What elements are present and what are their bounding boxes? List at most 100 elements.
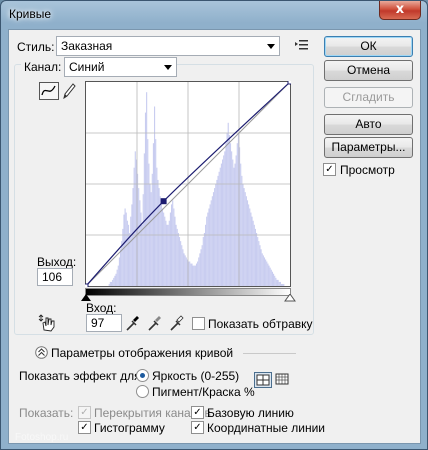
title-bar[interactable]: Кривые x xyxy=(1,1,427,29)
white-point-slider[interactable] xyxy=(284,294,296,302)
input-field[interactable]: 97 xyxy=(86,314,122,332)
intersection-line-label: Координатные линии xyxy=(207,421,325,435)
histogram-bar xyxy=(205,224,207,286)
histogram-bar xyxy=(125,212,127,286)
histogram-bar xyxy=(159,196,161,286)
collapse-chevron-icon[interactable] xyxy=(35,346,48,359)
pigment-radio[interactable] xyxy=(136,385,149,398)
histogram-label: Гистограмму xyxy=(94,421,165,435)
histogram-bar xyxy=(199,253,201,286)
pencil-icon[interactable] xyxy=(62,82,76,100)
output-field[interactable]: 106 xyxy=(37,268,73,286)
histogram-bar xyxy=(253,224,255,286)
auto-button[interactable]: Авто xyxy=(324,114,413,135)
channel-label: Канал: xyxy=(21,60,65,74)
histogram-checkbox[interactable]: ✓ xyxy=(78,421,91,434)
histogram-bar xyxy=(109,281,111,286)
histogram-bar xyxy=(193,265,195,286)
list-menu-icon[interactable] xyxy=(295,39,309,51)
style-select-value: Заказная xyxy=(61,39,113,53)
options-button[interactable]: Параметры... xyxy=(324,137,413,158)
histogram-bar xyxy=(202,237,204,286)
histogram-bar xyxy=(175,224,177,286)
histogram-bar xyxy=(211,196,213,286)
histogram-bar xyxy=(262,255,264,286)
hand-adjust-icon[interactable] xyxy=(37,314,57,332)
grid-10-icon[interactable] xyxy=(275,372,289,386)
eyedropper-gray-icon[interactable] xyxy=(147,314,163,332)
smooth-button[interactable]: Сгладить xyxy=(324,87,413,108)
histogram-bar xyxy=(195,263,198,286)
preview-checkbox[interactable]: ✓ xyxy=(323,163,336,176)
histogram-bar xyxy=(185,257,187,286)
histogram-bar xyxy=(250,212,252,286)
close-button[interactable]: x xyxy=(379,1,421,20)
eyedropper-black-icon[interactable] xyxy=(125,314,141,332)
histogram-bar xyxy=(256,232,258,286)
style-select[interactable]: Заказная xyxy=(56,36,280,56)
histogram-bar xyxy=(210,200,212,286)
histogram-bar xyxy=(164,216,166,286)
output-label: Выход: xyxy=(37,255,77,269)
histogram-bar xyxy=(141,224,143,286)
histogram-bar xyxy=(243,188,245,286)
histogram-bar xyxy=(184,255,186,286)
histogram-bar xyxy=(214,188,216,286)
histogram-bar xyxy=(283,283,285,286)
histogram-bar xyxy=(115,273,117,286)
histogram-bar xyxy=(167,224,169,286)
grid-4-icon[interactable] xyxy=(254,372,272,388)
histogram-bar xyxy=(169,212,171,286)
histogram-bar xyxy=(277,279,279,286)
histogram-bar xyxy=(146,92,148,286)
curve-control-point[interactable] xyxy=(160,198,167,205)
histogram-bar xyxy=(203,232,205,286)
cancel-button[interactable]: Отмена xyxy=(324,60,413,81)
histogram-bar xyxy=(226,133,228,286)
histogram-bar xyxy=(134,151,136,286)
channel-overlays-checkbox[interactable]: ✓ xyxy=(78,406,91,419)
curve-control-point[interactable] xyxy=(85,283,89,287)
histogram-bar xyxy=(217,175,219,286)
histogram-bar xyxy=(129,232,131,286)
histogram-bar xyxy=(191,263,193,286)
histogram-bar xyxy=(117,265,119,286)
histogram-bar xyxy=(108,283,110,286)
histogram-bar xyxy=(112,279,114,286)
histogram-bar xyxy=(110,281,113,286)
histogram-bar xyxy=(212,192,215,286)
histogram-bar xyxy=(273,273,275,286)
histogram-bar xyxy=(271,271,273,286)
curves-dialog-window: Кривые x Стиль: Заказная ОК Отмена Сглад… xyxy=(0,0,428,450)
light-radio[interactable] xyxy=(136,369,149,382)
curve-point-icon[interactable] xyxy=(39,82,59,100)
curve-display-options-label: Параметры отображения кривой xyxy=(51,346,234,360)
histogram-bar xyxy=(144,112,147,286)
radio-selected-dot xyxy=(140,373,145,378)
curve-control-point[interactable] xyxy=(287,81,291,85)
curves-graph[interactable] xyxy=(85,81,291,287)
watermark-text: Fotoshop.ru xyxy=(15,432,69,443)
histogram-bar xyxy=(268,265,270,286)
channel-select[interactable]: Синий xyxy=(64,57,177,77)
histogram-bar xyxy=(127,224,130,286)
histogram-bar xyxy=(227,122,229,286)
histogram-bar xyxy=(279,281,281,286)
ok-button[interactable]: ОК xyxy=(324,36,413,57)
histogram-bar xyxy=(228,135,230,286)
histogram-bar xyxy=(132,188,134,286)
baseline-checkbox[interactable]: ✓ xyxy=(191,406,204,419)
intersection-line-checkbox[interactable]: ✓ xyxy=(191,421,204,434)
histogram-bar xyxy=(148,163,150,286)
histogram-bar xyxy=(220,163,222,286)
histogram-bar xyxy=(235,155,237,286)
histogram-bar xyxy=(248,204,250,286)
eyedropper-white-icon[interactable] xyxy=(169,314,185,332)
histogram-bar xyxy=(163,212,165,286)
histogram-bar xyxy=(181,245,183,286)
histogram-bar xyxy=(165,220,167,286)
histogram-bar xyxy=(225,143,227,286)
show-clipping-checkbox[interactable] xyxy=(192,317,205,330)
histogram-bar xyxy=(257,237,259,286)
histogram-bar xyxy=(274,275,276,286)
